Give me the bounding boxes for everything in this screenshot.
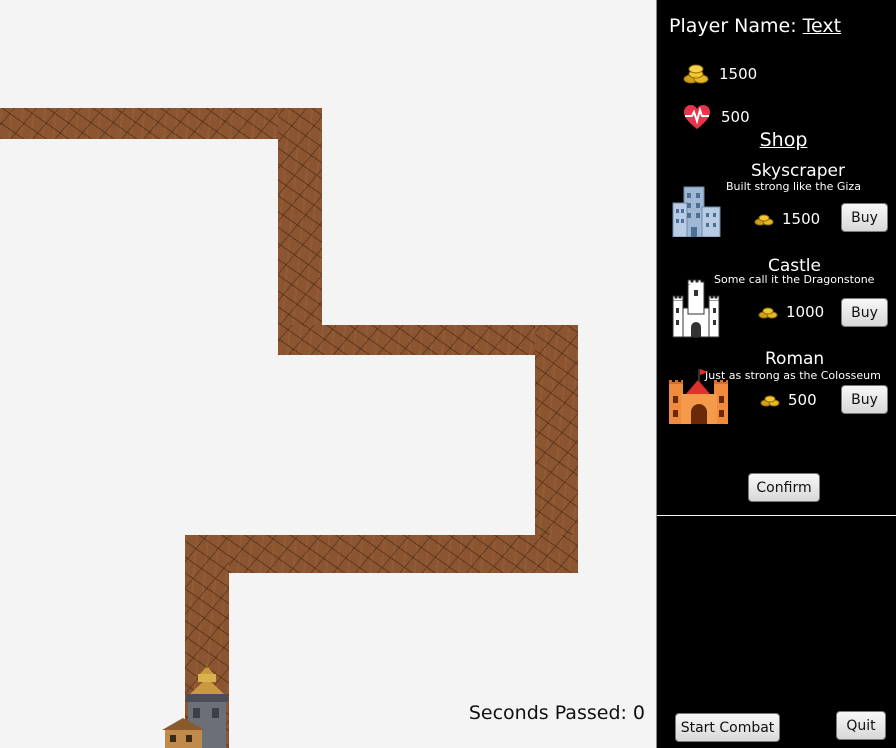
item-description: Built strong like the Giza	[726, 180, 861, 193]
seconds-value: 0	[632, 702, 645, 724]
item-price-value: 500	[788, 391, 817, 409]
castle-icon	[672, 279, 720, 338]
player-name-label: Player Name:	[669, 15, 797, 37]
start-combat-button[interactable]: Start Combat	[675, 713, 780, 742]
path-segment	[0, 108, 322, 139]
path-segment	[278, 108, 322, 355]
shop-title: Shop	[759, 129, 808, 151]
path-segment	[185, 535, 578, 573]
seconds-passed: Seconds Passed: 0	[469, 702, 645, 724]
item-price: 1500	[754, 210, 820, 228]
shop-panel: Player Name: Text 1500 500 Shop Skyscrap…	[657, 0, 896, 515]
item-price-value: 1000	[786, 303, 825, 321]
monument-tower-icon	[162, 664, 228, 748]
item-name: Skyscraper	[751, 161, 845, 181]
item-price-value: 1500	[782, 210, 821, 228]
coins-icon	[754, 214, 774, 226]
health-value: 500	[721, 108, 750, 126]
skyscraper-icon	[672, 186, 721, 237]
coins-stat: 1500	[683, 64, 757, 84]
player-name-value[interactable]: Text	[803, 15, 841, 37]
buy-roman-button[interactable]: Buy	[841, 385, 888, 414]
item-name: Roman	[765, 349, 825, 369]
heart-pulse-icon	[684, 105, 710, 129]
coins-icon	[760, 395, 780, 407]
buy-castle-button[interactable]: Buy	[841, 298, 888, 327]
item-price: 1000	[758, 303, 824, 321]
item-description: Just as strong as the Colosseum	[705, 369, 881, 382]
buy-skyscraper-button[interactable]: Buy	[841, 203, 888, 232]
coins-value: 1500	[719, 65, 758, 83]
item-description: Some call it the Dragonstone	[714, 273, 875, 286]
item-price: 500	[760, 391, 817, 409]
confirm-button[interactable]: Confirm	[748, 473, 820, 502]
coins-icon	[683, 64, 709, 84]
path-segment	[278, 325, 578, 355]
quit-button[interactable]: Quit	[836, 711, 886, 740]
game-map[interactable]: Seconds Passed: 0	[0, 0, 656, 748]
coins-icon	[758, 307, 778, 319]
control-panel: Start Combat Quit	[657, 516, 896, 748]
health-stat: 500	[683, 104, 750, 130]
seconds-label: Seconds Passed:	[468, 702, 627, 724]
roman-castle-icon	[669, 369, 728, 424]
player-name: Player Name: Text	[669, 15, 841, 37]
